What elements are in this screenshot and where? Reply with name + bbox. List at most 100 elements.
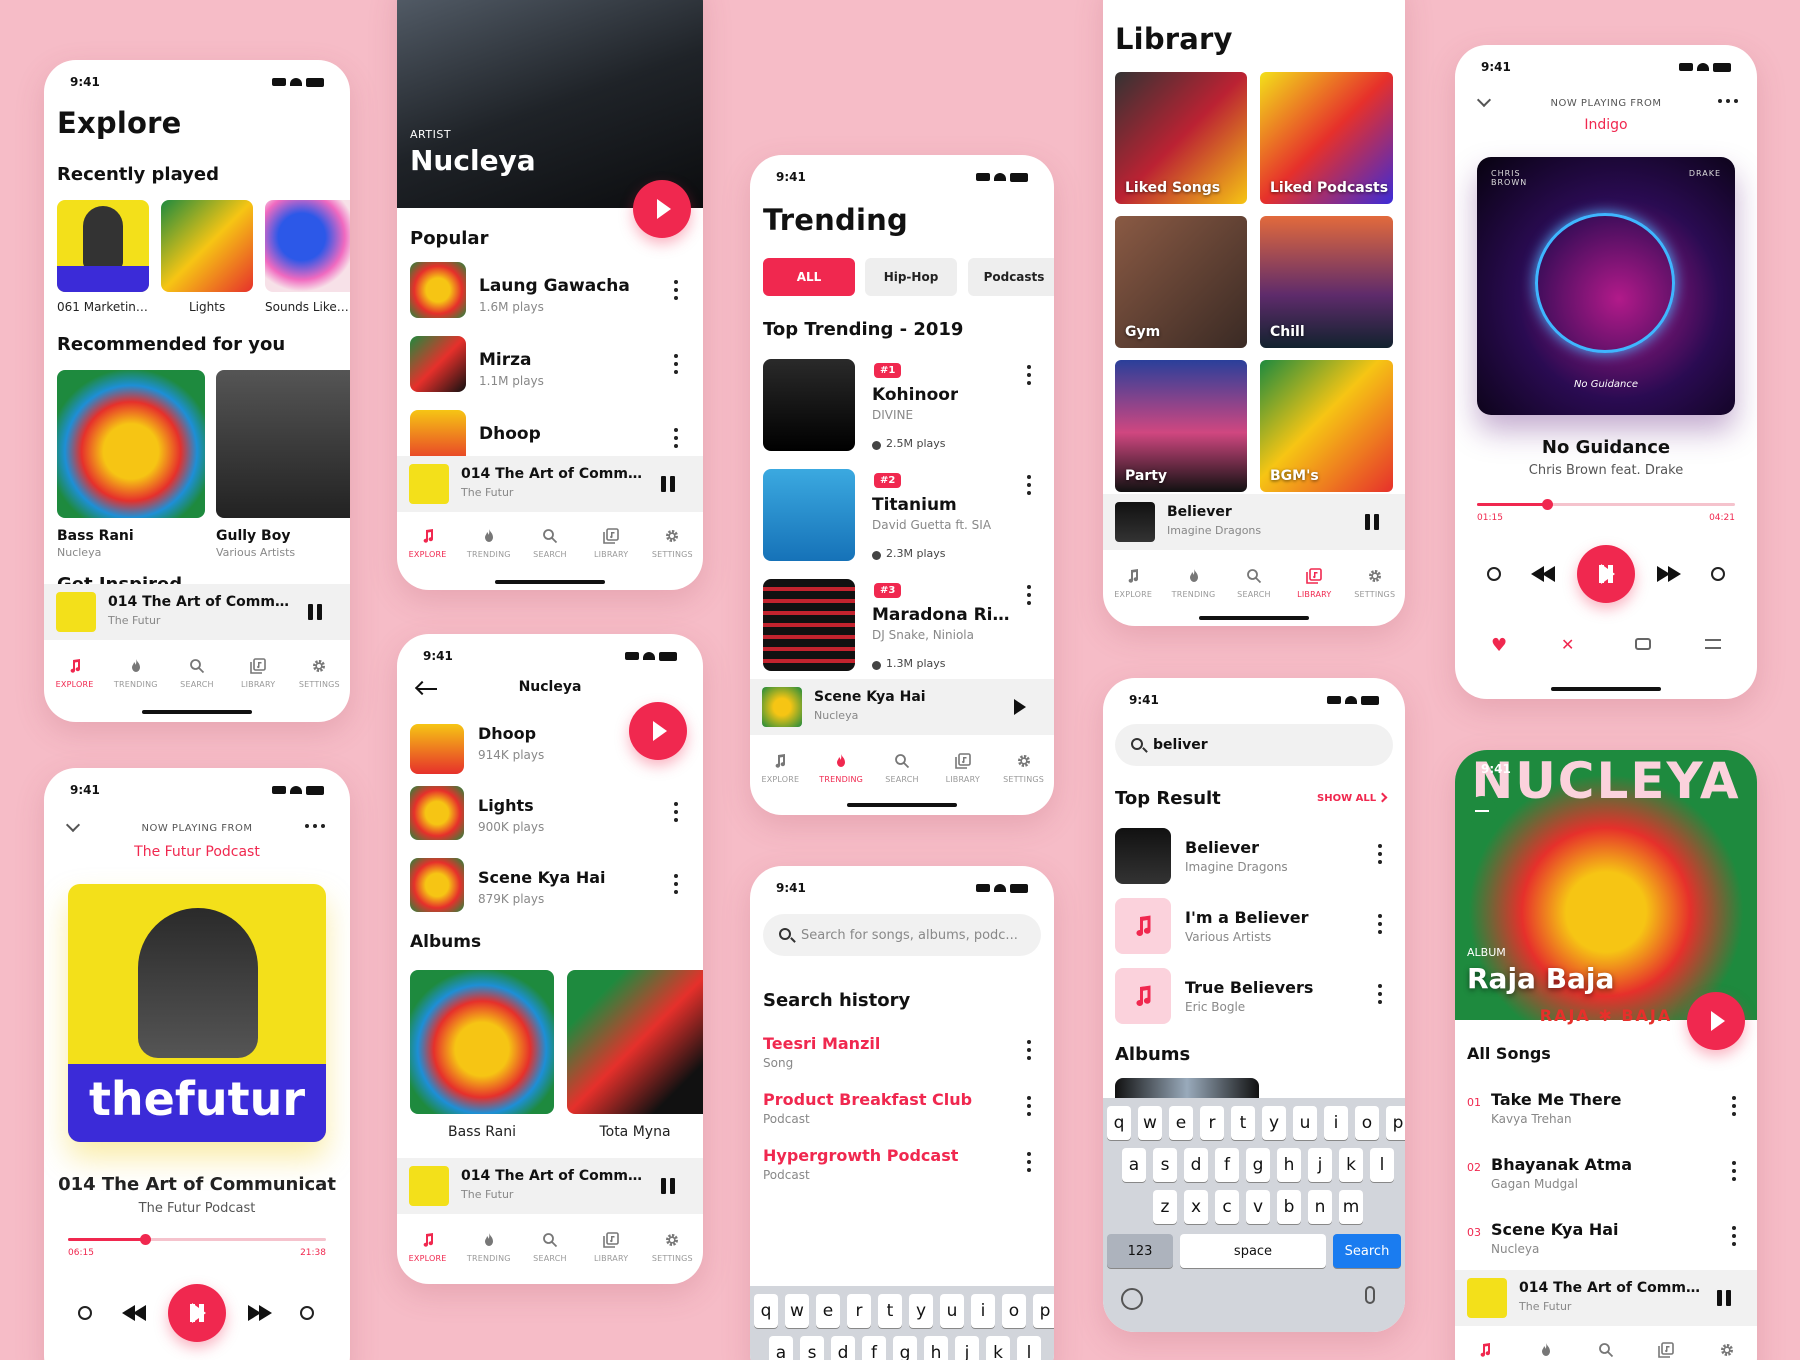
nav-settings[interactable]: SETTINGS [994, 753, 1054, 784]
key-o[interactable]: o [1355, 1106, 1379, 1140]
key-c[interactable]: c [1215, 1190, 1239, 1224]
key-s[interactable]: s [1153, 1148, 1177, 1182]
pause-icon[interactable] [661, 1178, 675, 1194]
nav-explore[interactable]: EXPLORE [750, 753, 810, 784]
nav-search[interactable]: SEARCH [167, 658, 227, 689]
pause-icon[interactable] [1365, 514, 1379, 530]
progress-knob[interactable] [1541, 499, 1553, 510]
mini-player[interactable]: 014 The Art of Communic... The Futur [44, 584, 350, 640]
track-title[interactable]: Maradona Rid... [872, 605, 1012, 625]
library-tile-bgms[interactable]: BGM's [1260, 360, 1393, 492]
play-icon[interactable] [1014, 699, 1026, 715]
pause-icon[interactable] [661, 476, 675, 492]
key-q[interactable]: q [1107, 1106, 1131, 1140]
pause-icon[interactable] [1717, 1290, 1731, 1306]
more-icon[interactable] [1026, 585, 1032, 605]
key-123[interactable]: 123 [1107, 1234, 1173, 1268]
key-y[interactable]: y [909, 1294, 933, 1328]
key-r[interactable]: r [1200, 1106, 1224, 1140]
nav-search[interactable]: SEARCH [872, 753, 932, 784]
more-icon[interactable] [673, 428, 679, 448]
key-d[interactable]: d [1184, 1148, 1208, 1182]
more-icon[interactable] [1377, 914, 1383, 934]
skip-forward-icon[interactable] [300, 1306, 314, 1320]
history-item-title[interactable]: Hypergrowth Podcast [763, 1146, 958, 1165]
more-icon[interactable] [1026, 365, 1032, 385]
more-icon[interactable] [1026, 475, 1032, 495]
queue-icon[interactable] [1705, 639, 1721, 649]
nav-settings[interactable]: SETTINGS [1345, 568, 1405, 599]
key-o[interactable]: o [1002, 1294, 1026, 1328]
track-title[interactable]: Titanium [872, 495, 957, 515]
search-field[interactable]: Search for songs, albums, podc... [763, 914, 1041, 956]
more-icon[interactable] [673, 354, 679, 374]
more-icon[interactable] [1026, 1040, 1032, 1060]
more-icon[interactable] [1026, 1152, 1032, 1172]
heart-icon[interactable]: ♥ [1491, 635, 1507, 656]
pause-icon[interactable] [308, 604, 322, 620]
mini-player[interactable]: 014 The Art of Communic... The Futur [397, 456, 703, 512]
emoji-icon[interactable] [1121, 1288, 1143, 1310]
mini-player[interactable]: 014 The Art of Communic... The Futur [397, 1158, 703, 1214]
more-icon[interactable] [1731, 1226, 1737, 1246]
key-r[interactable]: r [847, 1294, 871, 1328]
repeat-icon[interactable] [1635, 638, 1651, 650]
album-card-tota-myna[interactable] [567, 970, 703, 1114]
chip-all[interactable]: ALL [763, 258, 855, 296]
more-icon[interactable] [1377, 844, 1383, 864]
key-j[interactable]: j [1308, 1148, 1332, 1182]
library-tile-party[interactable]: Party [1115, 360, 1247, 492]
song-title[interactable]: Lights [478, 796, 534, 815]
chip-hiphop[interactable]: Hip-Hop [865, 258, 957, 296]
key-w[interactable]: w [785, 1294, 809, 1328]
nav-explore[interactable]: EXPLORE [398, 1232, 458, 1263]
mini-player[interactable]: Believer Imagine Dragons [1103, 494, 1405, 550]
more-icon[interactable] [673, 874, 679, 894]
library-tile-gym[interactable]: Gym [1115, 216, 1247, 348]
more-icon[interactable] [1026, 1096, 1032, 1116]
library-tile-liked-songs[interactable]: Liked Songs [1115, 72, 1247, 204]
key-g[interactable]: g [893, 1336, 917, 1360]
nav-library[interactable]: LIBRARY [1636, 1342, 1696, 1360]
skip-back-icon[interactable] [78, 1306, 92, 1320]
more-icon[interactable] [673, 802, 679, 822]
history-item-title[interactable]: Product Breakfast Club [763, 1090, 972, 1109]
key-b[interactable]: b [1277, 1190, 1301, 1224]
key-search[interactable]: Search [1333, 1234, 1401, 1268]
album-card-bass-rani[interactable] [410, 970, 554, 1114]
skip-back-icon[interactable] [1487, 567, 1501, 581]
now-playing-from[interactable]: Indigo [1455, 117, 1757, 133]
key-q[interactable]: q [754, 1294, 778, 1328]
more-icon[interactable] [1718, 98, 1738, 104]
key-u[interactable]: u [1293, 1106, 1317, 1140]
key-e[interactable]: e [816, 1294, 840, 1328]
more-icon[interactable] [1377, 984, 1383, 1004]
song-title[interactable]: Laung Gawacha [479, 276, 630, 296]
search-input[interactable]: beliver [1115, 724, 1393, 766]
nav-search[interactable]: SEARCH [1576, 1342, 1636, 1360]
nav-trending[interactable]: TRENDING [1516, 1342, 1576, 1360]
nav-library[interactable]: LIBRARY [933, 753, 993, 784]
song-title[interactable]: Dhoop [478, 724, 536, 743]
result-title[interactable]: I'm a Believer [1185, 908, 1309, 927]
key-f[interactable]: f [862, 1336, 886, 1360]
key-g[interactable]: g [1246, 1148, 1270, 1182]
nav-search[interactable]: SEARCH [1224, 568, 1284, 599]
song-title[interactable]: Mirza [479, 350, 532, 370]
recommended-card-bass-rani[interactable] [57, 370, 205, 518]
song-title[interactable]: Dhoop [479, 424, 541, 444]
chevron-right-icon[interactable] [1377, 792, 1388, 803]
history-item-title[interactable]: Teesri Manzil [763, 1034, 880, 1053]
result-title[interactable]: Believer [1185, 838, 1259, 857]
play-button[interactable] [629, 702, 687, 760]
key-s[interactable]: s [800, 1336, 824, 1360]
key-f[interactable]: f [1215, 1148, 1239, 1182]
key-x[interactable]: x [1184, 1190, 1208, 1224]
play-button[interactable] [1687, 992, 1745, 1050]
song-title[interactable]: Bhayanak Atma [1491, 1155, 1632, 1174]
now-playing-from[interactable]: The Futur Podcast [44, 844, 350, 860]
library-tile-liked-podcasts[interactable]: Liked Podcasts [1260, 72, 1393, 204]
key-p[interactable]: p [1386, 1106, 1405, 1140]
nav-library[interactable]: LIBRARY [228, 658, 288, 689]
key-j[interactable]: j [955, 1336, 979, 1360]
